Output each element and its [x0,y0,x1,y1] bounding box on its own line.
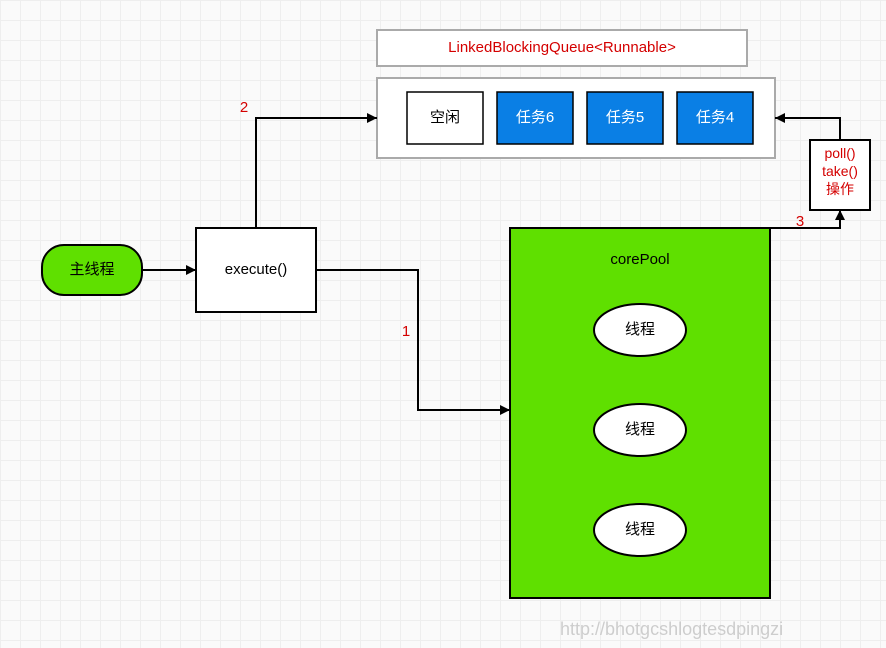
thread-label: 线程 [625,521,655,538]
thread-ellipse: 线程 [594,404,686,456]
main-thread-label: 主线程 [69,261,114,278]
poll-box: poll() take() 操作 [810,140,870,210]
thread-ellipse: 线程 [594,504,686,556]
thread-label: 线程 [625,421,655,438]
queue-slot-label: 任务6 [516,109,554,126]
queue-slot-label: 空闲 [430,109,460,126]
edge-corepool-poll [770,210,840,228]
queue-slot-task: 任务6 [497,92,573,144]
poll-line: take() [822,163,858,179]
queue-slot-idle: 空闲 [407,92,483,144]
thread-label: 线程 [625,321,655,338]
edge-poll-queue [775,118,840,140]
thread-ellipse: 线程 [594,304,686,356]
corepool-title: corePool [610,251,669,268]
queue-slot-label: 任务4 [696,109,734,126]
queue-title-box: LinkedBlockingQueue<Runnable> [377,30,747,66]
corepool-box: corePool 线程 线程 线程 [510,228,770,598]
queue-container: 空闲 任务6 任务5 任务4 [377,78,775,158]
edge-label-2: 2 [240,99,248,116]
queue-title: LinkedBlockingQueue<Runnable> [448,39,676,56]
poll-line: 操作 [826,181,854,197]
main-thread: 主线程 [42,245,142,295]
execute-label: execute() [225,261,288,278]
execute-box: execute() [196,228,316,312]
watermark: http://bhotgcshlogtesdpingzi [560,619,783,639]
queue-slot-label: 任务5 [606,109,644,126]
edge-execute-queue [256,118,377,228]
edge-execute-corepool [316,270,510,410]
queue-slot-task: 任务4 [677,92,753,144]
queue-slot-task: 任务5 [587,92,663,144]
edge-label-1: 1 [402,323,410,340]
edge-label-3: 3 [796,213,804,230]
poll-line: poll() [824,145,855,161]
